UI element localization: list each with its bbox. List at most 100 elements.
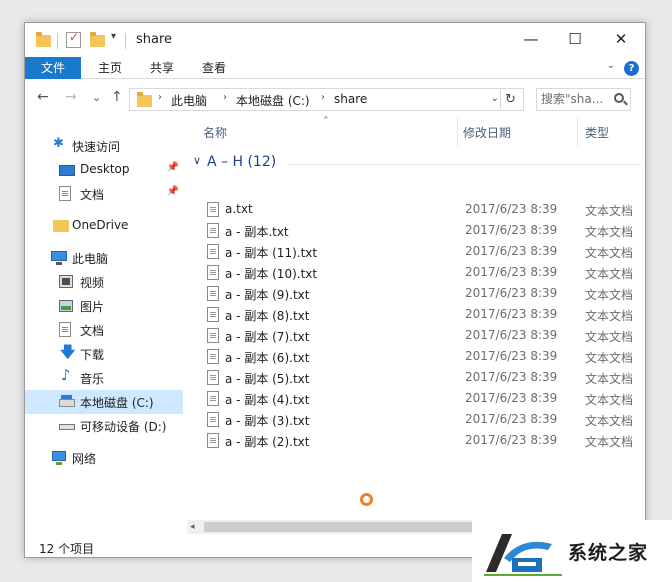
sidebar-item-removable-d[interactable]: 可移动设备 (D:) (25, 414, 183, 438)
minimize-button[interactable]: — (509, 23, 553, 57)
text-file-icon (207, 412, 219, 427)
sidebar-item-this-pc[interactable]: 此电脑 (25, 246, 183, 270)
table-row[interactable]: a - 副本 (9).txt 2017/6/23 8:39 文本文档 (187, 283, 645, 304)
group-divider (289, 164, 641, 165)
file-type: 文本文档 (585, 414, 634, 428)
file-modified: 2017/6/23 8:39 (465, 328, 558, 342)
breadcrumb-share[interactable]: share (334, 92, 367, 106)
file-type: 文本文档 (585, 393, 634, 407)
video-icon (59, 275, 73, 288)
sidebar-item-documents-pinned[interactable]: 文档 📌 (25, 182, 183, 206)
table-row[interactable]: a - 副本 (2).txt 2017/6/23 8:39 文本文档 (187, 430, 645, 451)
group-title: A – H (12) (207, 154, 277, 170)
table-row[interactable]: a - 副本 (6).txt 2017/6/23 8:39 文本文档 (187, 346, 645, 367)
file-name: a - 副本 (8).txt (225, 309, 310, 323)
scroll-left-button[interactable]: ◂ (190, 520, 195, 534)
file-type: 文本文档 (585, 372, 634, 386)
column-name[interactable]: 名称 (203, 124, 227, 141)
sidebar-item-label: 文档 (80, 188, 105, 202)
desktop-icon (59, 165, 75, 176)
sidebar-item-quick-access[interactable]: ✱ 快速访问 (25, 134, 183, 158)
pin-icon[interactable]: 📌 (167, 186, 179, 197)
tab-file[interactable]: 文件 (25, 57, 81, 79)
sidebar-item-label: 音乐 (80, 372, 105, 386)
sidebar-item-documents[interactable]: 文档 (25, 318, 183, 342)
tab-view[interactable]: 查看 (189, 57, 239, 79)
column-divider[interactable] (577, 118, 578, 146)
address-bar[interactable]: › 此电脑 › 本地磁盘 (C:) › share ⌄ ↻ (129, 88, 524, 111)
sidebar-item-label: 下载 (80, 348, 105, 362)
customize-toolbar-icon[interactable]: ▾ (111, 31, 116, 42)
table-row[interactable]: a - 副本.txt 2017/6/23 8:39 文本文档 (187, 220, 645, 241)
pin-icon[interactable]: 📌 (167, 162, 179, 173)
table-row[interactable]: a.txt 2017/6/23 8:39 文本文档 (187, 199, 645, 220)
text-file-icon (207, 328, 219, 343)
breadcrumb-local-disk[interactable]: 本地磁盘 (C:) (236, 92, 310, 109)
table-row[interactable]: a - 副本 (7).txt 2017/6/23 8:39 文本文档 (187, 325, 645, 346)
document-icon (59, 186, 71, 201)
removable-drive-icon (59, 424, 75, 430)
table-row[interactable]: a - 副本 (11).txt 2017/6/23 8:39 文本文档 (187, 241, 645, 262)
file-name: a - 副本 (2).txt (225, 435, 310, 449)
quick-access-separator (57, 33, 58, 49)
properties-icon[interactable] (66, 30, 81, 48)
up-button[interactable]: ↑ (111, 89, 123, 105)
back-button[interactable]: ← (37, 89, 49, 105)
text-file-icon (207, 202, 219, 217)
ribbon-tabs: 文件 主页 共享 查看 ⌄ ? (25, 57, 645, 79)
help-icon[interactable]: ? (624, 61, 639, 76)
breadcrumb-separator[interactable]: › (321, 92, 325, 103)
file-modified: 2017/6/23 8:39 (465, 412, 558, 426)
file-type: 文本文档 (585, 225, 634, 239)
navigation-pane: ✱ 快速访问 Desktop 📌 文档 📌 OneDrive 此电脑 视频 图片 (25, 118, 183, 534)
sidebar-item-videos[interactable]: 视频 (25, 270, 183, 294)
sidebar-item-desktop[interactable]: Desktop 📌 (25, 158, 183, 182)
table-row[interactable]: a - 副本 (4).txt 2017/6/23 8:39 文本文档 (187, 388, 645, 409)
chevron-down-icon[interactable]: ∨ (193, 154, 201, 167)
text-file-icon (207, 223, 219, 238)
text-file-icon (207, 307, 219, 322)
forward-button[interactable]: → (65, 89, 77, 105)
file-list: ⌃ 名称 修改日期 类型 ∨ A – H (12) a.txt 2017/6/23… (187, 116, 645, 534)
sidebar-item-pictures[interactable]: 图片 (25, 294, 183, 318)
new-folder-icon[interactable] (90, 32, 105, 47)
sidebar-item-label: OneDrive (72, 218, 129, 232)
tab-share[interactable]: 共享 (137, 57, 187, 79)
table-row[interactable]: a - 副本 (10).txt 2017/6/23 8:39 文本文档 (187, 262, 645, 283)
expand-ribbon-icon[interactable]: ⌄ (607, 60, 615, 71)
breadcrumb-separator[interactable]: › (158, 92, 162, 103)
sidebar-item-network[interactable]: 网络 (25, 446, 183, 470)
explorer-window: ▾ share — ☐ ✕ 文件 主页 共享 查看 ⌄ ? ← → ⌄ ↑ › … (24, 22, 646, 558)
maximize-button[interactable]: ☐ (553, 23, 597, 57)
table-row[interactable]: a - 副本 (5).txt 2017/6/23 8:39 文本文档 (187, 367, 645, 388)
group-header[interactable]: ∨ A – H (12) (193, 154, 641, 174)
computer-icon (51, 251, 67, 265)
table-row[interactable]: a - 副本 (3).txt 2017/6/23 8:39 文本文档 (187, 409, 645, 430)
address-dropdown-icon[interactable]: ⌄ (491, 93, 499, 104)
column-type[interactable]: 类型 (585, 124, 609, 141)
sidebar-item-downloads[interactable]: 🡇 下载 (25, 342, 183, 366)
search-box[interactable] (536, 88, 631, 111)
search-icon[interactable] (614, 93, 624, 103)
sidebar-item-onedrive[interactable]: OneDrive (25, 214, 183, 238)
tab-home[interactable]: 主页 (85, 57, 135, 79)
column-divider[interactable] (457, 118, 458, 146)
search-input[interactable] (541, 92, 611, 106)
close-button[interactable]: ✕ (599, 23, 643, 57)
column-modified[interactable]: 修改日期 (463, 124, 511, 141)
sort-indicator-icon: ⌃ (322, 116, 330, 126)
sidebar-item-label: 可移动设备 (D:) (80, 420, 167, 434)
file-type: 文本文档 (585, 351, 634, 365)
recent-locations-button[interactable]: ⌄ (92, 91, 101, 104)
refresh-button[interactable]: ↻ (500, 90, 520, 109)
breadcrumb-this-pc[interactable]: 此电脑 (171, 92, 207, 109)
file-modified: 2017/6/23 8:39 (465, 202, 558, 216)
file-type: 文本文档 (585, 267, 634, 281)
watermark-text: 系统之家 (568, 542, 649, 564)
file-modified: 2017/6/23 8:39 (465, 433, 558, 447)
sidebar-item-local-disk-c[interactable]: 本地磁盘 (C:) (25, 390, 183, 414)
table-row[interactable]: a - 副本 (8).txt 2017/6/23 8:39 文本文档 (187, 304, 645, 325)
breadcrumb-separator[interactable]: › (223, 92, 227, 103)
sidebar-item-music[interactable]: ♪ 音乐 (25, 366, 183, 390)
file-modified: 2017/6/23 8:39 (465, 244, 558, 258)
